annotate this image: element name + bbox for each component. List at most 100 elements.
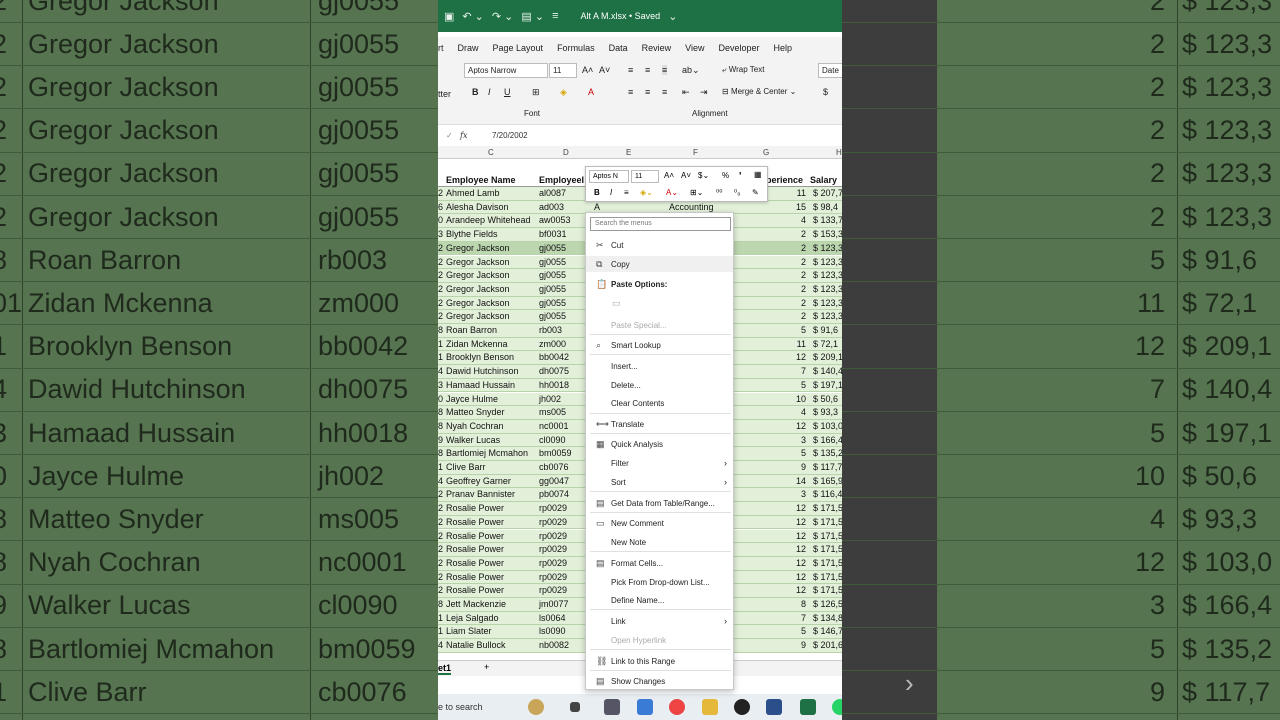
cell-employee-id[interactable]: cl0090 <box>539 435 566 445</box>
cell-salary[interactable]: $ 209,1 <box>813 352 842 362</box>
cell-salary[interactable]: $ 140,4 <box>813 366 842 376</box>
cell-salary[interactable]: $ 72,1 <box>813 339 838 349</box>
cell-employee-id[interactable]: aw0053 <box>539 215 571 225</box>
mini-grow-font-icon[interactable]: A˄ <box>664 171 674 180</box>
cell-prev[interactable]: 4 <box>438 476 443 486</box>
file-title[interactable]: Alt A M.xlsx • Saved <box>581 11 661 21</box>
mini-fill-color-icon[interactable]: ◈⌄ <box>640 188 653 197</box>
mini-currency-icon[interactable]: $⌄ <box>698 171 709 180</box>
header-employee-name[interactable]: Employee Name <box>446 175 516 185</box>
redo-icon[interactable]: ↷ ⌄ <box>492 10 514 23</box>
menu-item-copy[interactable]: ⧉ Copy <box>586 256 733 272</box>
ribbon-tab[interactable]: View <box>685 43 704 53</box>
cell-prev[interactable]: 2 <box>438 585 443 595</box>
formula-value[interactable]: 7/20/2002 <box>492 131 528 140</box>
mini-percent-icon[interactable]: % <box>722 171 729 180</box>
cell-prev[interactable]: 8 <box>438 325 443 335</box>
cell-prev[interactable]: 1 <box>438 462 443 472</box>
cell-employee-name[interactable]: Gregor Jackson <box>446 243 510 253</box>
cell-employee-id[interactable]: jm0077 <box>539 599 569 609</box>
cell-experience[interactable]: 12 <box>796 352 806 362</box>
cell-prev[interactable]: 0 <box>438 215 443 225</box>
cell-employee-name[interactable]: Geoffrey Garner <box>446 476 511 486</box>
orientation-icon[interactable]: ab⌄ <box>682 65 700 76</box>
currency-format-button[interactable]: $ <box>823 87 828 97</box>
menu-item-paste-special[interactable]: Paste Special... <box>586 317 733 333</box>
add-sheet-button[interactable]: + <box>484 662 489 672</box>
menu-item-insert[interactable]: Insert... <box>586 358 733 374</box>
cell-prev[interactable]: 8 <box>438 407 443 417</box>
cell-salary[interactable]: $ 171,5 <box>813 517 842 527</box>
cell-salary[interactable]: $ 197,1 <box>813 380 842 390</box>
cell-employee-id[interactable]: gj0055 <box>539 284 566 294</box>
cell-employee-name[interactable]: Gregor Jackson <box>446 298 510 308</box>
cell-prev[interactable]: 2 <box>438 284 443 294</box>
cell-prev[interactable]: 2 <box>438 298 443 308</box>
cell-prev[interactable]: 2 <box>438 517 443 527</box>
cell-experience[interactable]: 15 <box>796 202 806 212</box>
cell-salary[interactable]: $ 133,7 <box>813 215 842 225</box>
cell-prev[interactable]: 3 <box>438 229 443 239</box>
cell-employee-id[interactable]: rp0029 <box>539 585 567 595</box>
cell-salary[interactable]: $ 123,3 <box>813 243 842 253</box>
cell-employee-id[interactable]: ms005 <box>539 407 566 417</box>
mini-size-select[interactable]: 11 <box>631 170 659 183</box>
chevron-right-icon[interactable]: › <box>905 668 914 699</box>
increase-indent-icon[interactable]: ⇥ <box>700 87 708 98</box>
cell-employee-id[interactable]: zm000 <box>539 339 566 349</box>
mini-italic-icon[interactable]: I <box>610 188 612 197</box>
cell-employee-name[interactable]: Clive Barr <box>446 462 486 472</box>
align-center-icon[interactable]: ≡ <box>645 87 650 97</box>
cell-employee-id[interactable]: rp0029 <box>539 544 567 554</box>
cell-salary[interactable]: $ 123,3 <box>813 298 842 308</box>
col-header-h[interactable]: H <box>836 148 842 157</box>
cell-experience[interactable]: 4 <box>801 407 806 417</box>
cell-employee-id[interactable]: ls0064 <box>539 613 566 623</box>
cell-prev[interactable]: 8 <box>438 599 443 609</box>
cell-experience[interactable]: 7 <box>801 613 806 623</box>
cell-salary[interactable]: $ 123,3 <box>813 311 842 321</box>
cell-experience[interactable]: 11 <box>797 188 806 198</box>
cell-salary[interactable]: $ 116,4 <box>813 489 842 499</box>
align-top-icon[interactable]: ≡ <box>628 65 633 75</box>
cell-prev[interactable]: 2 <box>438 503 443 513</box>
cell-salary[interactable]: $ 123,3 <box>813 284 842 294</box>
cell-prev[interactable]: 1 <box>438 352 443 362</box>
menu-item-show-changes[interactable]: ▤ Show Changes <box>586 673 733 689</box>
task-view-icon[interactable] <box>570 702 580 712</box>
cell-employee-id[interactable]: ad003 <box>539 202 564 212</box>
cell-salary[interactable]: $ 123,3 <box>813 257 842 267</box>
col-header-e[interactable]: E <box>626 148 631 157</box>
ribbon-tab[interactable]: Review <box>642 43 672 53</box>
mini-format-painter-icon[interactable]: ✎ <box>752 188 759 197</box>
bold-icon[interactable]: B <box>472 87 479 97</box>
cell-prev[interactable]: 2 <box>438 270 443 280</box>
cell-employee-id[interactable]: rp0029 <box>539 517 567 527</box>
cell-salary[interactable]: $ 98,4 <box>813 202 838 212</box>
menu-item-link-range[interactable]: ⛓ Link to this Range <box>586 653 733 669</box>
cell-employee-name[interactable]: Hamaad Hussain <box>446 380 515 390</box>
font-name-select[interactable]: Aptos Narrow <box>464 63 548 78</box>
cell-prev[interactable]: 2 <box>438 489 443 499</box>
obs-icon[interactable] <box>734 699 750 715</box>
cell-employee-name[interactable]: Dawid Hutchinson <box>446 366 519 376</box>
cell-salary[interactable]: $ 171,5 <box>813 572 842 582</box>
cell-experience[interactable]: 12 <box>796 585 806 595</box>
cell-employee-name[interactable]: Rosalie Power <box>446 503 504 513</box>
borders-icon[interactable]: ⊞ <box>532 87 540 98</box>
cell-employee-id[interactable]: nb0082 <box>539 640 569 650</box>
cell-employee-id[interactable]: dh0075 <box>539 366 569 376</box>
menu-item-sort[interactable]: Sort › <box>586 474 733 490</box>
shrink-font-icon[interactable]: A˅ <box>599 65 610 75</box>
cell-prev[interactable]: 2 <box>438 243 443 253</box>
cell-salary[interactable]: $ 123,3 <box>813 270 842 280</box>
align-middle-icon[interactable]: ≡ <box>645 65 650 75</box>
cell-employee-id[interactable]: gj0055 <box>539 311 566 321</box>
cell-employee-name[interactable]: Liam Slater <box>446 626 492 636</box>
cell-e[interactable]: A <box>594 202 600 212</box>
merge-center-button[interactable]: ⊟ Merge & Center ⌄ <box>722 87 796 96</box>
underline-icon[interactable]: U <box>504 87 511 97</box>
cell-salary[interactable]: $ 171,5 <box>813 585 842 595</box>
cell-experience[interactable]: 2 <box>801 311 806 321</box>
cell-employee-id[interactable]: gj0055 <box>539 298 566 308</box>
